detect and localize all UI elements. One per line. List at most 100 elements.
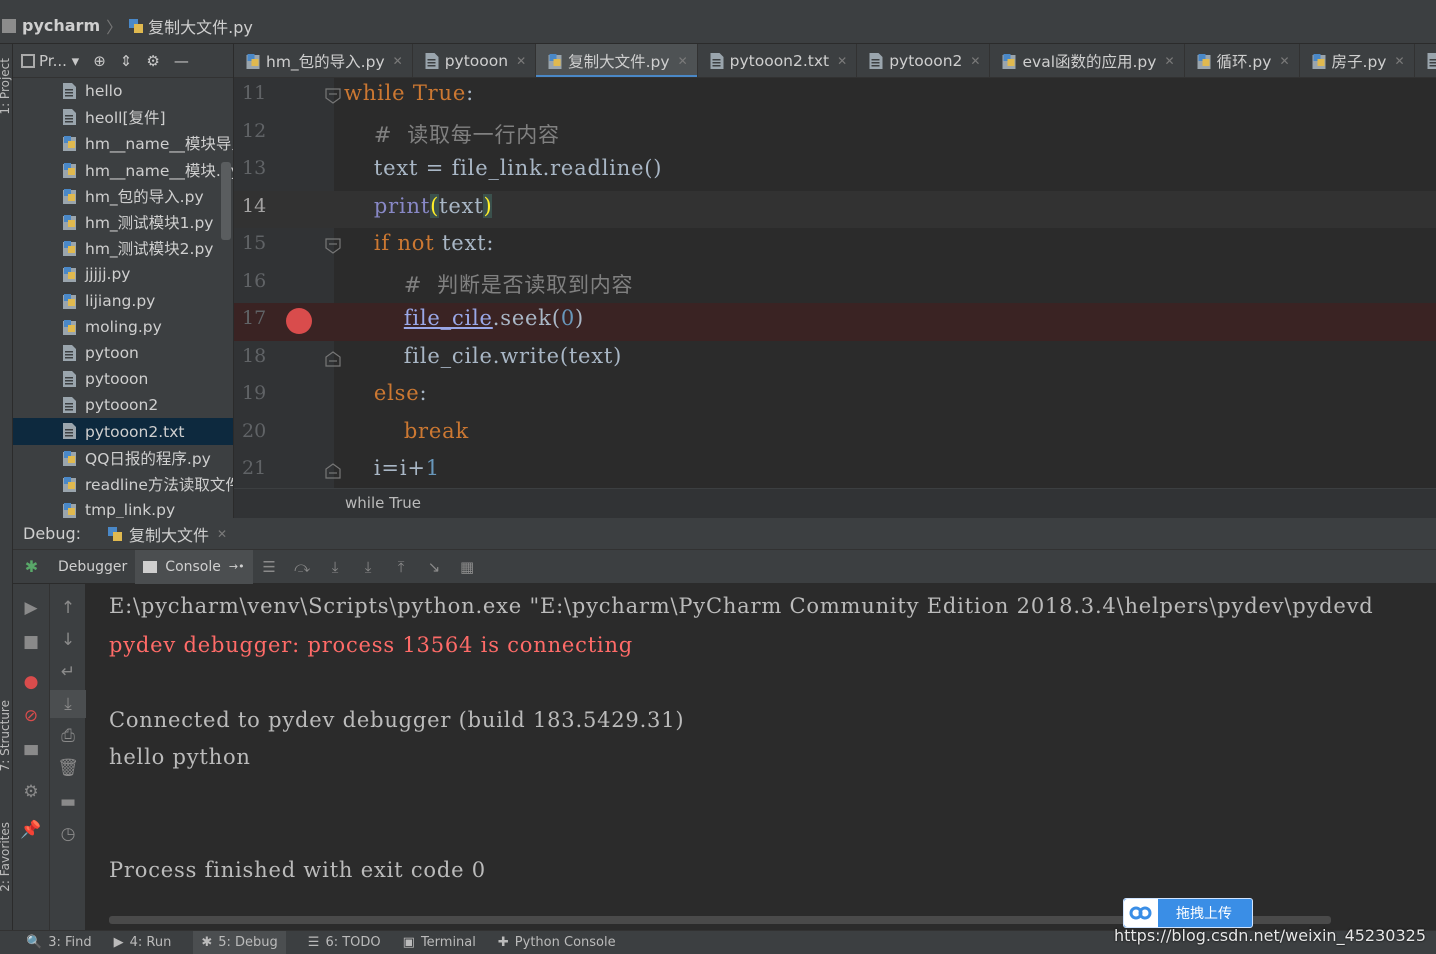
locate-file-icon[interactable]: ⊕ [93, 52, 106, 70]
stop-icon[interactable]: ■ [13, 628, 49, 656]
debug-tool-button[interactable]: ✱ 5: Debug [193, 930, 286, 954]
code-line[interactable]: 19 else: [234, 378, 1436, 416]
code-line[interactable]: 14 print(text) [234, 190, 1436, 228]
tree-item[interactable]: hello [13, 78, 233, 104]
upload-button[interactable]: 拖拽上传 [1123, 898, 1253, 928]
close-icon[interactable]: ✕ [1394, 54, 1404, 68]
tree-item[interactable]: pytooon2 [13, 392, 233, 418]
code-line[interactable]: 21 i=i+1 [234, 453, 1436, 488]
print-icon[interactable]: ⎙ [50, 722, 86, 750]
tree-item[interactable]: hm__name__模块.py [13, 157, 233, 183]
tab-debugger[interactable]: Debugger [50, 550, 135, 584]
step-out-icon[interactable]: ⤒ [385, 550, 418, 584]
close-icon[interactable]: ✕ [217, 527, 227, 541]
breadcrumb-scope[interactable]: while True [345, 494, 421, 512]
close-icon[interactable]: ✕ [678, 54, 688, 68]
fold-marker-icon[interactable] [324, 87, 342, 105]
line-number[interactable]: 20 [242, 420, 266, 442]
editor-tab[interactable]: 房子.py ✕ [1300, 44, 1415, 77]
tree-item[interactable]: pytooon2.txt [13, 418, 233, 445]
code-line[interactable]: 15 if not text: [234, 228, 1436, 266]
code-line[interactable]: 12 # 读取每一行内容 [234, 116, 1436, 154]
step-into-icon[interactable]: ⤓ [319, 550, 352, 584]
tab-console[interactable]: Console →• [135, 549, 253, 584]
editor-tab[interactable]: 循环.py ✕ [1185, 44, 1300, 77]
run-to-cursor-icon[interactable]: ↘ [418, 550, 451, 584]
nav-file[interactable]: 复制大文件.py [128, 8, 253, 44]
line-number[interactable]: 18 [242, 345, 266, 367]
code-line[interactable]: 11 while True: [234, 78, 1436, 116]
structure-tool-tab[interactable]: 7: Structure [0, 700, 12, 771]
line-number[interactable]: 16 [242, 270, 266, 292]
collapse-all-icon[interactable]: ⇕ [120, 52, 133, 70]
trash-icon[interactable]: 🗑 [50, 754, 86, 782]
settings-gear-icon[interactable]: ⚙ [13, 778, 49, 806]
editor-tab[interactable]: eval函数的应用.py ✕ [990, 44, 1185, 77]
close-icon[interactable]: ✕ [516, 54, 526, 68]
pin-icon[interactable]: 📌 [13, 816, 49, 844]
find-tool-button[interactable]: 🔍 3: Find [26, 935, 92, 950]
python-console-tool-button[interactable]: ✚ Python Console [498, 935, 616, 950]
editor-tab[interactable]: pytooon2.txt ✕ [698, 44, 858, 77]
tree-item[interactable]: hm__name__模块导入 [13, 130, 233, 156]
line-number[interactable]: 12 [242, 120, 266, 142]
code-line[interactable]: 16 # 判断是否读取到内容 [234, 266, 1436, 304]
tree-item[interactable]: tmp_link.py [13, 497, 233, 518]
tree-item[interactable]: hm_包的导入.py [13, 183, 233, 209]
project-tool-tab[interactable]: 1: Project [0, 58, 12, 115]
code-line[interactable]: 18 file_cile.write(text) [234, 341, 1436, 379]
tree-item[interactable]: pytoon [13, 340, 233, 366]
close-icon[interactable]: ✕ [393, 54, 403, 68]
gear-icon[interactable]: ⚙ [146, 52, 159, 70]
tree-item[interactable]: readline方法读取文件 [13, 471, 233, 497]
console-output[interactable]: E:\pycharm\venv\Scripts\python.exe "E:\p… [86, 584, 1436, 930]
editor-tab[interactable]: pytooon ✕ [413, 44, 537, 77]
code-line[interactable]: 13 text = file_link.readline() [234, 153, 1436, 191]
favorites-tool-tab[interactable]: 2: Favorites [0, 822, 12, 892]
evaluate-expression-icon[interactable]: ▦ [451, 550, 484, 584]
line-number[interactable]: 15 [242, 232, 266, 254]
tree-item[interactable]: QQ日报的程序.py [13, 445, 233, 471]
editor-tab[interactable] [1415, 44, 1436, 77]
code-line[interactable]: 20 break [234, 416, 1436, 454]
editor-tab[interactable]: 复制大文件.py ✕ [536, 44, 698, 77]
debug-session-tab[interactable]: 复制大文件 ✕ [107, 522, 227, 546]
project-scrollbar[interactable] [221, 162, 231, 240]
tree-item[interactable]: lijiang.py [13, 288, 233, 314]
restore-layout-icon[interactable]: ▀ [13, 742, 49, 770]
tree-item[interactable]: jjjjj.py [13, 261, 233, 287]
editor-tab[interactable]: hm_包的导入.py ✕ [234, 44, 413, 77]
line-number[interactable]: 13 [242, 157, 266, 179]
tree-item[interactable]: moling.py [13, 314, 233, 340]
line-number[interactable]: 21 [242, 457, 266, 479]
close-icon[interactable]: ✕ [970, 54, 980, 68]
tree-item[interactable]: hm_测试模块1.py [13, 209, 233, 235]
terminal-tool-button[interactable]: ▣ Terminal [403, 935, 476, 950]
editor-tab[interactable]: pytooon2 ✕ [857, 44, 991, 77]
fold-marker-icon[interactable] [324, 462, 342, 480]
view-breakpoints-icon[interactable]: ● [13, 668, 49, 696]
breakpoint-icon[interactable] [286, 308, 312, 334]
code-editor[interactable]: 11 while True: 12 # 读取每一行内容 13 text = file_… [234, 78, 1436, 488]
line-number[interactable]: 14 [242, 195, 266, 217]
scroll-down-icon[interactable]: ↓ [50, 626, 86, 654]
close-icon[interactable]: ✕ [837, 54, 847, 68]
step-into-my-code-icon[interactable]: ⤓ [352, 550, 385, 584]
fold-marker-icon[interactable] [324, 237, 342, 255]
tree-item[interactable]: hm_测试模块2.py [13, 235, 233, 261]
close-icon[interactable]: ✕ [1164, 54, 1174, 68]
line-number[interactable]: 11 [242, 82, 266, 104]
scroll-up-icon[interactable]: ↑ [50, 594, 86, 622]
show-variables-icon[interactable]: ▬ [50, 788, 86, 816]
soft-wrap-icon[interactable]: ↵ [50, 658, 86, 686]
nav-project-root[interactable]: pycharm [20, 8, 100, 44]
fold-marker-icon[interactable] [324, 350, 342, 368]
step-over-icon[interactable]: ⤼ [286, 550, 319, 584]
tree-item[interactable]: pytooon [13, 366, 233, 392]
line-number[interactable]: 17 [242, 307, 266, 329]
todo-tool-button[interactable]: ☰ 6: TODO [308, 935, 381, 950]
project-view-selector[interactable]: Pr... ▾ [21, 52, 79, 70]
clock-icon[interactable]: ◷ [50, 820, 86, 848]
scroll-to-end-icon[interactable]: ⤓ [50, 690, 86, 718]
close-icon[interactable]: ✕ [1279, 54, 1289, 68]
